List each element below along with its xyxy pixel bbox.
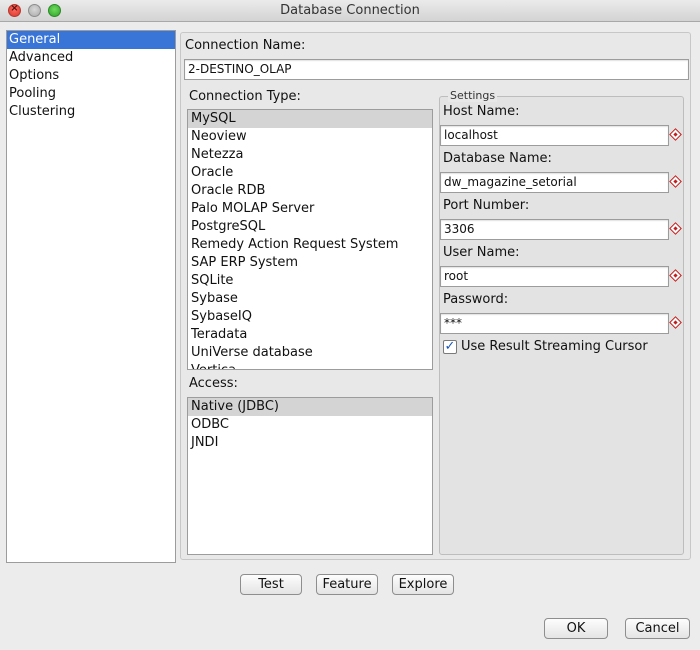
required-field-icon	[669, 269, 682, 282]
nav-item-general[interactable]: General	[7, 31, 175, 49]
required-field-icon	[669, 128, 682, 141]
connection-type-list[interactable]: MySQL Neoview Netezza Oracle Oracle RDB …	[187, 109, 433, 370]
host-name-input[interactable]: localhost	[440, 125, 669, 146]
list-item[interactable]: Remedy Action Request System	[188, 236, 432, 254]
checkmark-icon: ✓	[444, 339, 456, 354]
ok-button[interactable]: OK	[544, 618, 608, 639]
streaming-cursor-label: Use Result Streaming Cursor	[461, 339, 648, 354]
list-item[interactable]: Neoview	[188, 128, 432, 146]
list-item[interactable]: Native (JDBC)	[188, 398, 432, 416]
list-item[interactable]: Sybase	[188, 290, 432, 308]
list-item[interactable]: Oracle RDB	[188, 182, 432, 200]
list-item[interactable]: Teradata	[188, 326, 432, 344]
category-list: General Advanced Options Pooling Cluster…	[6, 30, 176, 563]
general-panel: Connection Name: 2-DESTINO_OLAP Connecti…	[180, 32, 691, 560]
cancel-button[interactable]: Cancel	[625, 618, 690, 639]
explore-button[interactable]: Explore	[392, 574, 454, 595]
password-label: Password:	[443, 292, 509, 307]
streaming-cursor-checkbox[interactable]: ✓	[443, 340, 457, 354]
connection-name-input[interactable]: 2-DESTINO_OLAP	[184, 59, 689, 80]
required-field-icon	[669, 316, 682, 329]
list-item[interactable]: Oracle	[188, 164, 432, 182]
port-number-label: Port Number:	[443, 198, 530, 213]
list-item[interactable]: UniVerse database	[188, 344, 432, 362]
password-input[interactable]: ***	[440, 313, 669, 334]
nav-item-pooling[interactable]: Pooling	[7, 85, 175, 103]
list-item[interactable]: PostgreSQL	[188, 218, 432, 236]
database-name-input[interactable]: dw_magazine_setorial	[440, 172, 669, 193]
required-field-icon	[669, 222, 682, 235]
connection-type-label: Connection Type:	[189, 89, 301, 104]
list-item[interactable]: ODBC	[188, 416, 432, 434]
port-number-input[interactable]: 3306	[440, 219, 669, 240]
list-item[interactable]: MySQL	[188, 110, 432, 128]
user-name-input[interactable]: root	[440, 266, 669, 287]
feature-button[interactable]: Feature	[316, 574, 378, 595]
list-item[interactable]: JNDI	[188, 434, 432, 452]
list-item[interactable]: Palo MOLAP Server	[188, 200, 432, 218]
settings-group: Settings Host Name: localhost Database N…	[439, 89, 684, 555]
access-list[interactable]: Native (JDBC) ODBC JNDI	[187, 397, 433, 555]
list-item[interactable]: SAP ERP System	[188, 254, 432, 272]
window-title: Database Connection	[280, 3, 420, 18]
list-item[interactable]: Vertica	[188, 362, 432, 369]
list-item[interactable]: SQLite	[188, 272, 432, 290]
required-field-icon	[669, 175, 682, 188]
access-label: Access:	[189, 376, 238, 391]
nav-item-clustering[interactable]: Clustering	[7, 103, 175, 121]
list-item[interactable]: SybaseIQ	[188, 308, 432, 326]
list-item[interactable]: Netezza	[188, 146, 432, 164]
host-name-label: Host Name:	[443, 104, 520, 119]
settings-title: Settings	[448, 89, 498, 102]
connection-name-label: Connection Name:	[185, 38, 306, 53]
user-name-label: User Name:	[443, 245, 520, 260]
nav-item-advanced[interactable]: Advanced	[7, 49, 175, 67]
title-bar: × Database Connection	[0, 0, 700, 22]
test-button[interactable]: Test	[240, 574, 302, 595]
nav-item-options[interactable]: Options	[7, 67, 175, 85]
database-name-label: Database Name:	[443, 151, 552, 166]
